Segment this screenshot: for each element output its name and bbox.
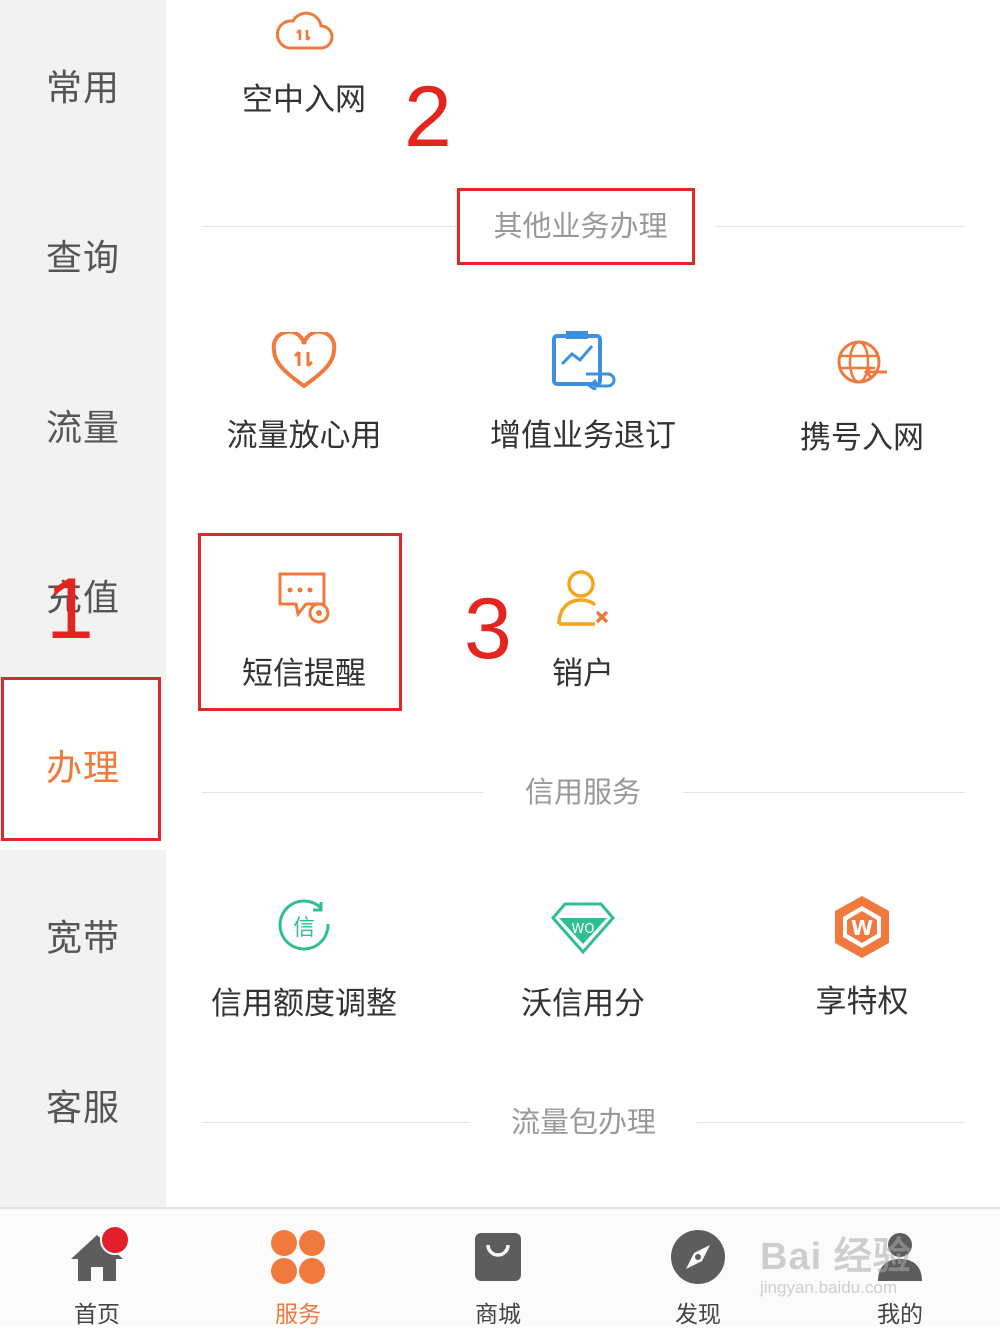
service-vas-unsubscribe[interactable]: 增值业务退订 — [443, 330, 723, 455]
service-label: 享特权 — [815, 984, 909, 1020]
tab-label: 首页 — [74, 1302, 120, 1328]
tab-home[interactable]: 首页 — [0, 1209, 197, 1328]
sidebar-item-label: 常用 — [45, 68, 120, 109]
wo-icon-text: WO — [571, 922, 594, 937]
sidebar-item-query[interactable]: 查询 — [0, 170, 166, 340]
service-label: 空中入网 — [242, 82, 366, 118]
credit-circle-icon: 信 — [278, 899, 330, 951]
section-title-text: 流量包办理 — [510, 1105, 656, 1139]
service-port-in[interactable]: 携号入网 — [722, 336, 1000, 457]
sidebar-item-label: 宽带 — [45, 918, 120, 959]
sidebar-item-label: 查询 — [45, 238, 120, 279]
credit-icon-text: 信 — [293, 916, 315, 941]
sidebar-item-label: 流量 — [45, 408, 120, 449]
diamond-wo-icon: WO — [551, 902, 615, 955]
service-label: 沃信用分 — [521, 986, 645, 1022]
service-air-network[interactable]: 空中入网 — [164, 8, 444, 119]
sidebar-item-common[interactable]: 常用 — [0, 0, 166, 170]
service-wo-credit-score[interactable]: WO 沃信用分 — [443, 900, 723, 1023]
user-remove-icon — [557, 570, 609, 626]
tab-services[interactable]: 服务 — [198, 1209, 398, 1328]
section-title-data-package: 流量包办理 — [202, 1102, 965, 1142]
service-label: 流量放心用 — [226, 418, 382, 454]
shopping-bag-icon — [475, 1233, 521, 1281]
baidu-watermark: Bai 经验 jingyan.baidu.com — [760, 1225, 950, 1315]
service-label: 增值业务退订 — [490, 418, 676, 454]
section-title-credit-service: 信用服务 — [202, 772, 965, 812]
section-title-text: 信用服务 — [524, 775, 641, 809]
tab-label: 商城 — [475, 1302, 521, 1328]
hexagon-w-icon: W — [835, 896, 889, 958]
watermark-url: jingyan.baidu.com — [760, 1278, 898, 1297]
annotation-box-sms — [198, 533, 402, 711]
service-credit-limit-adjust[interactable]: 信 信用额度调整 — [164, 898, 444, 1023]
compass-icon — [671, 1230, 725, 1284]
chart-return-icon — [552, 331, 616, 390]
tab-label: 服务 — [275, 1302, 321, 1328]
sidebar-item-service[interactable]: 客服 — [0, 1020, 166, 1190]
service-data-worry-free[interactable]: 流量放心用 — [164, 332, 444, 455]
annotation-number-1: 1 — [46, 561, 94, 657]
watermark-title: Bai 经验 — [760, 1236, 912, 1278]
service-privileges[interactable]: W 享特权 — [722, 894, 1000, 1021]
sidebar-item-data[interactable]: 流量 — [0, 340, 166, 510]
annotation-number-2: 2 — [404, 69, 452, 165]
globe-arrow-icon — [837, 340, 887, 384]
heart-transfer-icon — [271, 332, 337, 389]
service-label: 携号入网 — [800, 420, 924, 456]
services-grid-icon — [271, 1230, 325, 1284]
notification-badge — [100, 1225, 130, 1255]
privilege-icon-text: W — [851, 916, 873, 940]
annotation-number-3: 3 — [464, 581, 512, 677]
tab-mall[interactable]: 商城 — [398, 1209, 598, 1328]
annotation-box-section — [457, 188, 695, 265]
service-label: 信用额度调整 — [211, 986, 397, 1022]
cloud-transfer-icon — [275, 11, 334, 50]
annotation-box-sidebar — [1, 677, 161, 841]
sidebar-item-broadband[interactable]: 宽带 — [0, 850, 166, 1020]
sidebar-item-label: 客服 — [45, 1088, 120, 1129]
